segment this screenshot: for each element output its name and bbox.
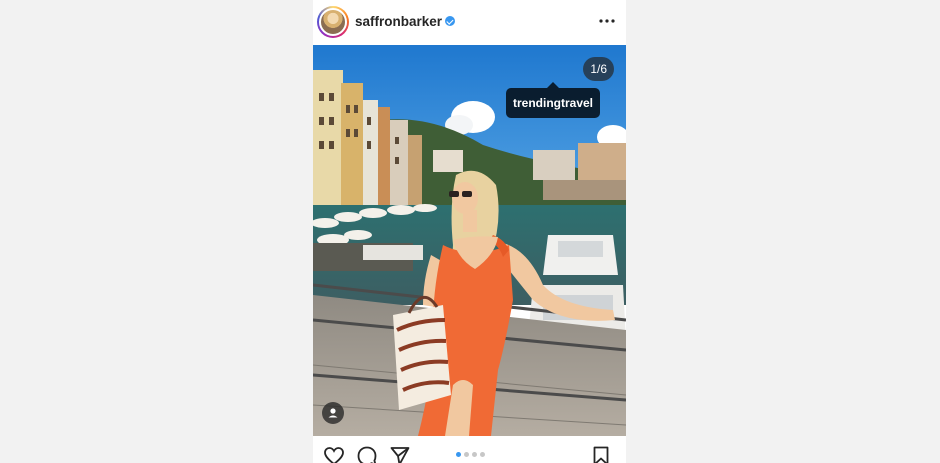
post-image[interactable]: 1/6 trendingtravel — [313, 45, 626, 436]
bookmark-icon[interactable] — [590, 445, 612, 463]
post-header: saffronbarker — [313, 0, 626, 45]
user-tag-button[interactable] — [322, 402, 344, 424]
carousel-dot — [464, 452, 469, 457]
avatar[interactable] — [319, 8, 347, 36]
avatar-story-ring[interactable] — [317, 6, 349, 38]
carousel-dot — [472, 452, 477, 457]
share-icon[interactable] — [389, 445, 411, 463]
image-counter: 1/6 — [583, 57, 614, 81]
comment-icon[interactable] — [356, 445, 378, 463]
carousel-dot — [480, 452, 485, 457]
instagram-post: saffronbarker 1/6 trendingtravel — [313, 0, 626, 463]
more-options-icon[interactable] — [598, 12, 616, 30]
username[interactable]: saffronbarker — [355, 14, 442, 29]
verified-badge-icon — [445, 16, 455, 26]
post-actions-bar — [313, 436, 626, 463]
heart-icon[interactable] — [323, 445, 345, 463]
user-tag-icon — [328, 408, 338, 418]
carousel-dot — [456, 452, 461, 457]
tagged-account-label[interactable]: trendingtravel — [506, 82, 601, 118]
